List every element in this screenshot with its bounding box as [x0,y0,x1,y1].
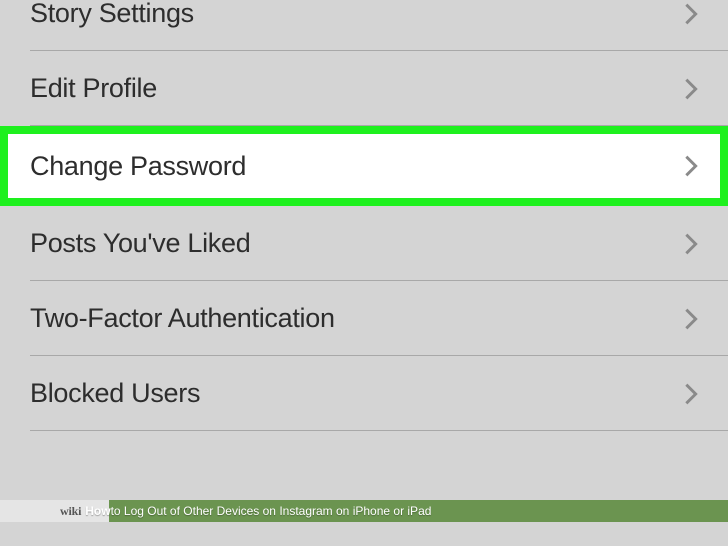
item-label: Posts You've Liked [30,228,250,259]
item-label: Edit Profile [30,73,157,104]
settings-item-posts-liked[interactable]: Posts You've Liked [0,206,728,281]
chevron-right-icon [684,232,698,256]
caption-bar: wiki How to Log Out of Other Devices on … [0,500,728,522]
highlighted-row: Change Password [0,126,728,206]
settings-item-edit-profile[interactable]: Edit Profile [0,51,728,126]
list-row: Edit Profile [0,51,728,126]
caption-rest: to Log Out of Other Devices on Instagram… [111,504,432,518]
list-row: Two-Factor Authentication [0,281,728,356]
chevron-right-icon [684,307,698,331]
chevron-right-icon [684,77,698,101]
item-label: Two-Factor Authentication [30,303,335,334]
chevron-right-icon [684,382,698,406]
item-label: Change Password [30,151,246,182]
item-label: Blocked Users [30,378,200,409]
list-row: Blocked Users [0,356,728,431]
settings-item-story-settings[interactable]: Story Settings [0,0,728,51]
settings-list: Story Settings Edit Profile Change Passw… [0,0,728,431]
chevron-right-icon [684,2,698,26]
caption-bold: How [81,504,110,518]
wikihow-logo: wiki [0,504,81,519]
item-label: Story Settings [30,0,194,29]
list-row: Story Settings [0,0,728,51]
chevron-right-icon [684,154,698,178]
settings-item-two-factor[interactable]: Two-Factor Authentication [0,281,728,356]
settings-item-change-password[interactable]: Change Password [0,126,728,206]
settings-item-blocked-users[interactable]: Blocked Users [0,356,728,431]
list-row: Posts You've Liked [0,206,728,281]
